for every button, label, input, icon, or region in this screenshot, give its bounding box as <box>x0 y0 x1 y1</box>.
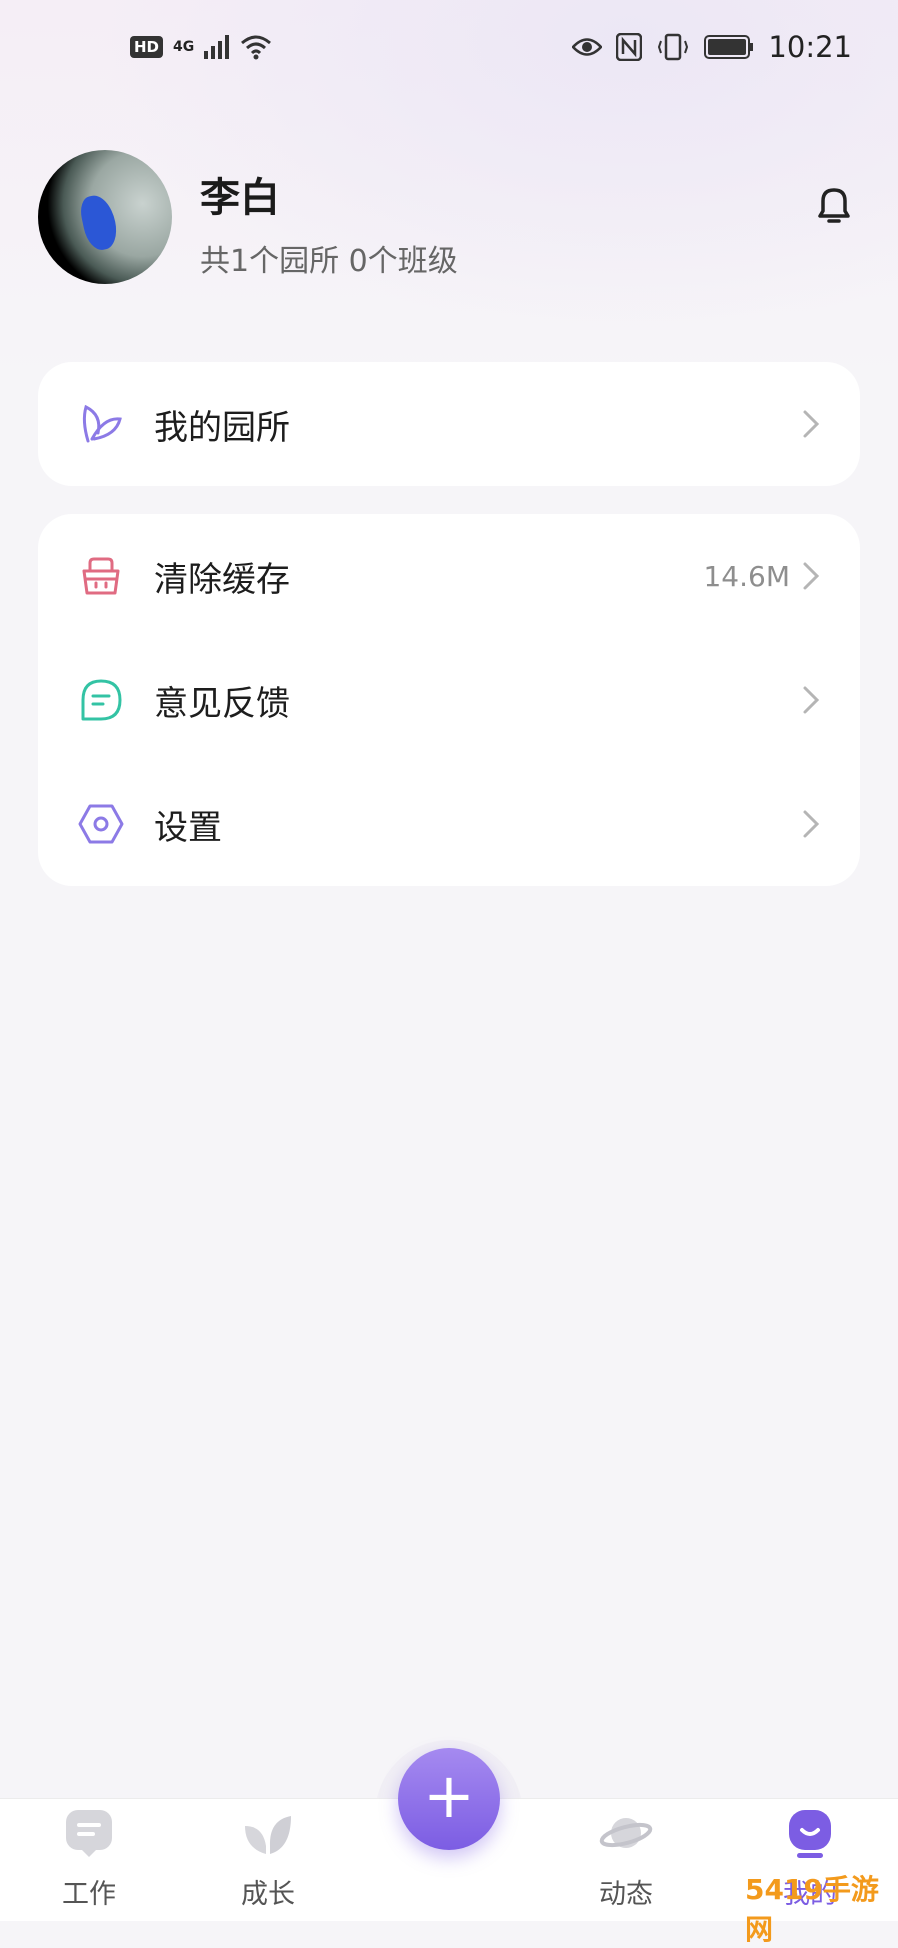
chevron-right-icon <box>803 810 820 838</box>
status-bar: HD 4G 10:21 <box>0 0 898 100</box>
menu-item-my-school[interactable]: 我的园所 <box>38 362 860 486</box>
settings-card: 清除缓存 14.6M 意见反馈 设置 <box>38 514 860 886</box>
work-icon <box>66 1810 112 1857</box>
vibrate-icon <box>658 33 689 61</box>
clock: 10:21 <box>768 30 852 64</box>
menu-item-label: 设置 <box>154 807 222 848</box>
basket-icon <box>82 557 120 595</box>
chevron-right-icon <box>803 562 820 590</box>
tab-growth[interactable]: 成长 <box>203 1806 333 1916</box>
menu-item-label: 清除缓存 <box>154 559 290 600</box>
user-summary: 共1个园所 0个班级 <box>200 244 458 279</box>
tab-label: 工作 <box>62 1879 116 1910</box>
menu-item-clear-cache[interactable]: 清除缓存 14.6M <box>38 514 860 638</box>
nfc-icon <box>616 33 643 61</box>
hexagon-gear-icon <box>78 804 124 844</box>
plus-icon: + <box>423 1759 475 1832</box>
avatar[interactable] <box>38 150 172 284</box>
chevron-right-icon <box>803 686 820 714</box>
signal-icon <box>204 35 230 59</box>
my-school-card: 我的园所 <box>38 362 860 486</box>
cache-size: 14.6M <box>703 559 790 593</box>
chat-bubble-icon <box>81 679 122 721</box>
tab-work[interactable]: 工作 <box>24 1806 154 1916</box>
tab-label: 成长 <box>241 1879 295 1910</box>
leaf-icon <box>82 404 122 443</box>
leaf-icon <box>245 1816 291 1854</box>
tab-moments[interactable]: 动态 <box>561 1806 691 1916</box>
user-name: 李白 <box>200 175 280 221</box>
wifi-icon <box>241 35 272 60</box>
add-button[interactable]: + <box>398 1748 500 1850</box>
chevron-right-icon <box>803 410 820 438</box>
bell-icon[interactable] <box>810 180 858 228</box>
watermark: 5419手游网 <box>745 1873 879 1946</box>
menu-item-settings[interactable]: 设置 <box>38 762 860 886</box>
battery-icon <box>704 35 754 59</box>
menu-item-label: 我的园所 <box>154 407 290 448</box>
planet-icon <box>599 1818 653 1848</box>
menu-item-label: 意见反馈 <box>154 683 290 724</box>
avatar-image-detail <box>77 192 121 253</box>
menu-item-feedback[interactable]: 意见反馈 <box>38 638 860 762</box>
network-type: 4G <box>173 39 195 55</box>
tab-label: 动态 <box>599 1879 653 1910</box>
profile-icon <box>789 1810 831 1858</box>
eye-icon <box>572 38 603 56</box>
hd-badge: HD <box>130 36 164 58</box>
